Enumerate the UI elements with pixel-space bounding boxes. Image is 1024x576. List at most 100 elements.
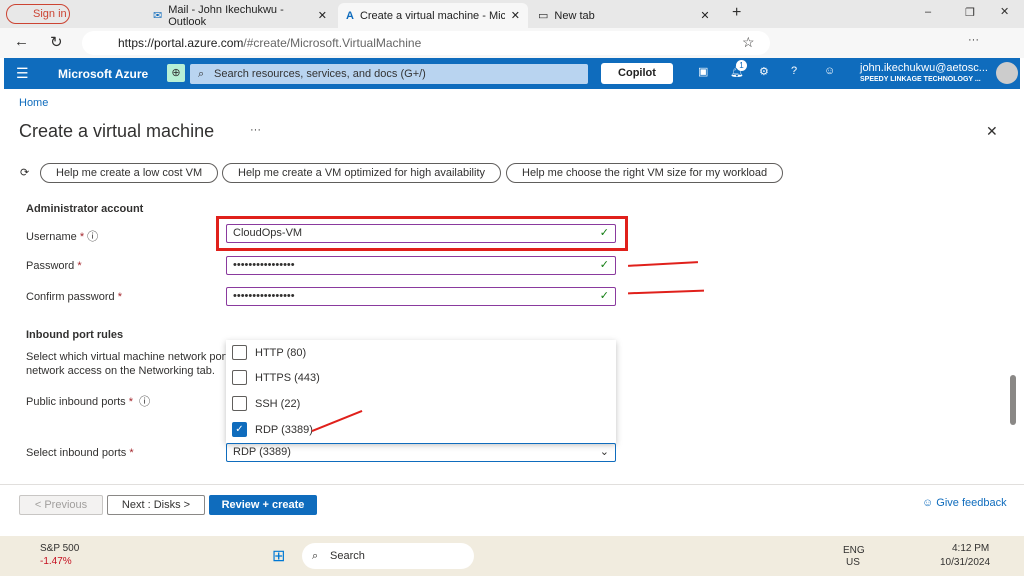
info-icon[interactable]: ⓘ [87, 231, 98, 243]
password-label: Password * [26, 260, 82, 272]
breadcrumb[interactable]: Home [19, 97, 48, 109]
taskbar: S&P 500 -1.47% ⊞ ⌕ Search ENG US 4:12 PM … [0, 536, 1024, 576]
close-window-button[interactable]: ✕ [1000, 5, 1009, 18]
user-org: SPEEDY LINKAGE TECHNOLOGY ... [860, 76, 981, 83]
brand[interactable]: Microsoft Azure [58, 67, 148, 81]
refresh-icon[interactable]: ↻ [50, 33, 63, 51]
tab-label: Create a virtual machine - Microsc [359, 9, 505, 22]
checkbox[interactable] [232, 345, 247, 360]
search-icon: ⌕ [198, 68, 205, 80]
option-label: RDP (3389) [255, 423, 313, 436]
password-input[interactable]: •••••••••••••••• ✓ [226, 256, 616, 275]
label-text: Password [26, 260, 75, 272]
page-title: Create a virtual machine [19, 121, 215, 141]
label-text: Public inbound ports [26, 396, 126, 408]
close-icon[interactable]: ✕ [318, 9, 327, 22]
browser-tab-bar: Sign in ✉ Mail - John Ikechukwu - Outlook… [0, 0, 1024, 28]
more-icon[interactable]: ··· [968, 34, 979, 46]
back-icon[interactable]: ← [14, 33, 29, 50]
stock-change: -1.47% [40, 556, 72, 567]
user-email[interactable]: john.ikechukwu@aetosc... [860, 62, 988, 74]
check-icon: ✓ [599, 290, 609, 302]
search-input[interactable]: ⌕ Search resources, services, and docs (G… [190, 64, 588, 84]
info-icon[interactable]: ⓘ [139, 396, 150, 408]
tab-new[interactable]: ▭ New tab ✕ [530, 3, 720, 28]
copilot-help-icon: ⟳ [20, 167, 30, 179]
feedback-icon[interactable]: ☺ [824, 65, 835, 77]
favorite-icon[interactable]: ☆ [742, 34, 755, 51]
admin-heading: Administrator account [26, 203, 144, 215]
selected-value: RDP (3389) [233, 446, 291, 458]
checkbox[interactable] [232, 396, 247, 411]
tab-azure[interactable]: A Create a virtual machine - Microsc ✕ [338, 3, 528, 28]
clock-date: 10/31/2024 [940, 557, 991, 568]
new-tab-button[interactable]: + [732, 4, 741, 22]
more-button[interactable]: ··· [250, 124, 261, 136]
search-icon: ⌕ [312, 550, 319, 562]
previous-button[interactable]: < Previous [19, 495, 103, 515]
windows-start-icon[interactable]: ⊞ [272, 546, 285, 566]
port-option-https[interactable]: HTTPS (443) [232, 370, 320, 385]
confirm-password-input[interactable]: •••••••••••••••• ✓ [226, 287, 616, 306]
tab-outlook[interactable]: ✉ Mail - John Ikechukwu - Outlook ✕ [145, 3, 335, 28]
minimize-button[interactable]: – [925, 6, 931, 18]
search-placeholder: Search resources, services, and docs (G+… [214, 68, 426, 80]
upgrade-icon[interactable]: ⊕ [167, 64, 185, 82]
next-disks-button[interactable]: Next : Disks > [107, 495, 205, 515]
review-create-button[interactable]: Review + create [209, 495, 317, 515]
scrollbar-thumb[interactable] [1010, 375, 1016, 425]
checkbox[interactable] [232, 370, 247, 385]
clock-time[interactable]: 4:12 PM [952, 543, 989, 554]
label-text: Select inbound ports [26, 447, 127, 459]
url-host: https://portal.azure.com [118, 36, 244, 50]
language[interactable]: ENG [843, 545, 865, 556]
select-ports-dropdown[interactable]: RDP (3389) ⌄ [226, 443, 616, 462]
port-option-ssh[interactable]: SSH (22) [232, 396, 300, 411]
inbound-heading: Inbound port rules [26, 329, 124, 341]
option-label: HTTPS (443) [255, 371, 320, 384]
port-option-rdp[interactable]: ✓ RDP (3389) [232, 422, 313, 437]
feedback-icon: ☺ [922, 497, 934, 509]
port-option-http[interactable]: HTTP (80) [232, 345, 306, 360]
close-icon[interactable]: ✕ [986, 123, 998, 140]
footer-divider [0, 484, 1024, 485]
azure-icon: A [346, 9, 354, 22]
checkbox-checked[interactable]: ✓ [232, 422, 247, 437]
notification-badge: 1 [736, 60, 747, 71]
inbound-desc-2: network access on the Networking tab. [26, 365, 215, 377]
region: US [846, 557, 860, 568]
close-icon[interactable]: ✕ [511, 9, 520, 22]
tab-label: Mail - John Ikechukwu - Outlook [168, 3, 284, 28]
gear-icon[interactable]: ⚙ [759, 65, 769, 78]
restore-button[interactable]: ❐ [965, 6, 975, 19]
option-label: SSH (22) [255, 397, 301, 410]
help-icon[interactable]: ? [791, 65, 797, 77]
sign-in-button[interactable]: Sign in [6, 4, 70, 24]
help-high-availability-button[interactable]: Help me create a VM optimized for high a… [222, 163, 502, 183]
tab-label: New tab [554, 9, 595, 22]
cloud-shell-icon[interactable]: ▣ [698, 65, 708, 78]
username-value: CloudOps-VM [233, 227, 303, 239]
copilot-button[interactable]: Copilot [601, 63, 673, 84]
help-low-cost-button[interactable]: Help me create a low cost VM [40, 163, 219, 183]
username-input[interactable]: CloudOps-VM ✓ [226, 224, 616, 243]
label-text: Confirm password [26, 291, 115, 303]
avatar[interactable] [996, 62, 1018, 84]
url-path: /#create/Microsoft.VirtualMachine [243, 36, 422, 50]
inbound-desc: Select which virtual machine network por… [26, 351, 234, 363]
check-icon: ✓ [599, 227, 609, 239]
url-bar[interactable]: https://portal.azure.com/#create/Microso… [82, 31, 770, 55]
outlook-icon: ✉ [153, 10, 163, 22]
help-vm-size-button[interactable]: Help me choose the right VM size for my … [506, 163, 784, 183]
search-label: Search [330, 550, 365, 562]
taskbar-search[interactable]: ⌕ Search [302, 543, 474, 569]
check-icon: ✓ [599, 259, 609, 271]
address-bar-row: ← ↻ https://portal.azure.com/#create/Mic… [0, 28, 1024, 58]
option-label: HTTP (80) [255, 346, 307, 359]
close-icon[interactable]: ✕ [700, 9, 709, 22]
page-icon: ▭ [538, 10, 549, 22]
give-feedback-link[interactable]: ☺ Give feedback [922, 497, 1007, 509]
stock-name[interactable]: S&P 500 [40, 543, 79, 554]
menu-icon[interactable]: ☰ [16, 65, 29, 82]
username-label: Username * ⓘ [26, 231, 99, 243]
